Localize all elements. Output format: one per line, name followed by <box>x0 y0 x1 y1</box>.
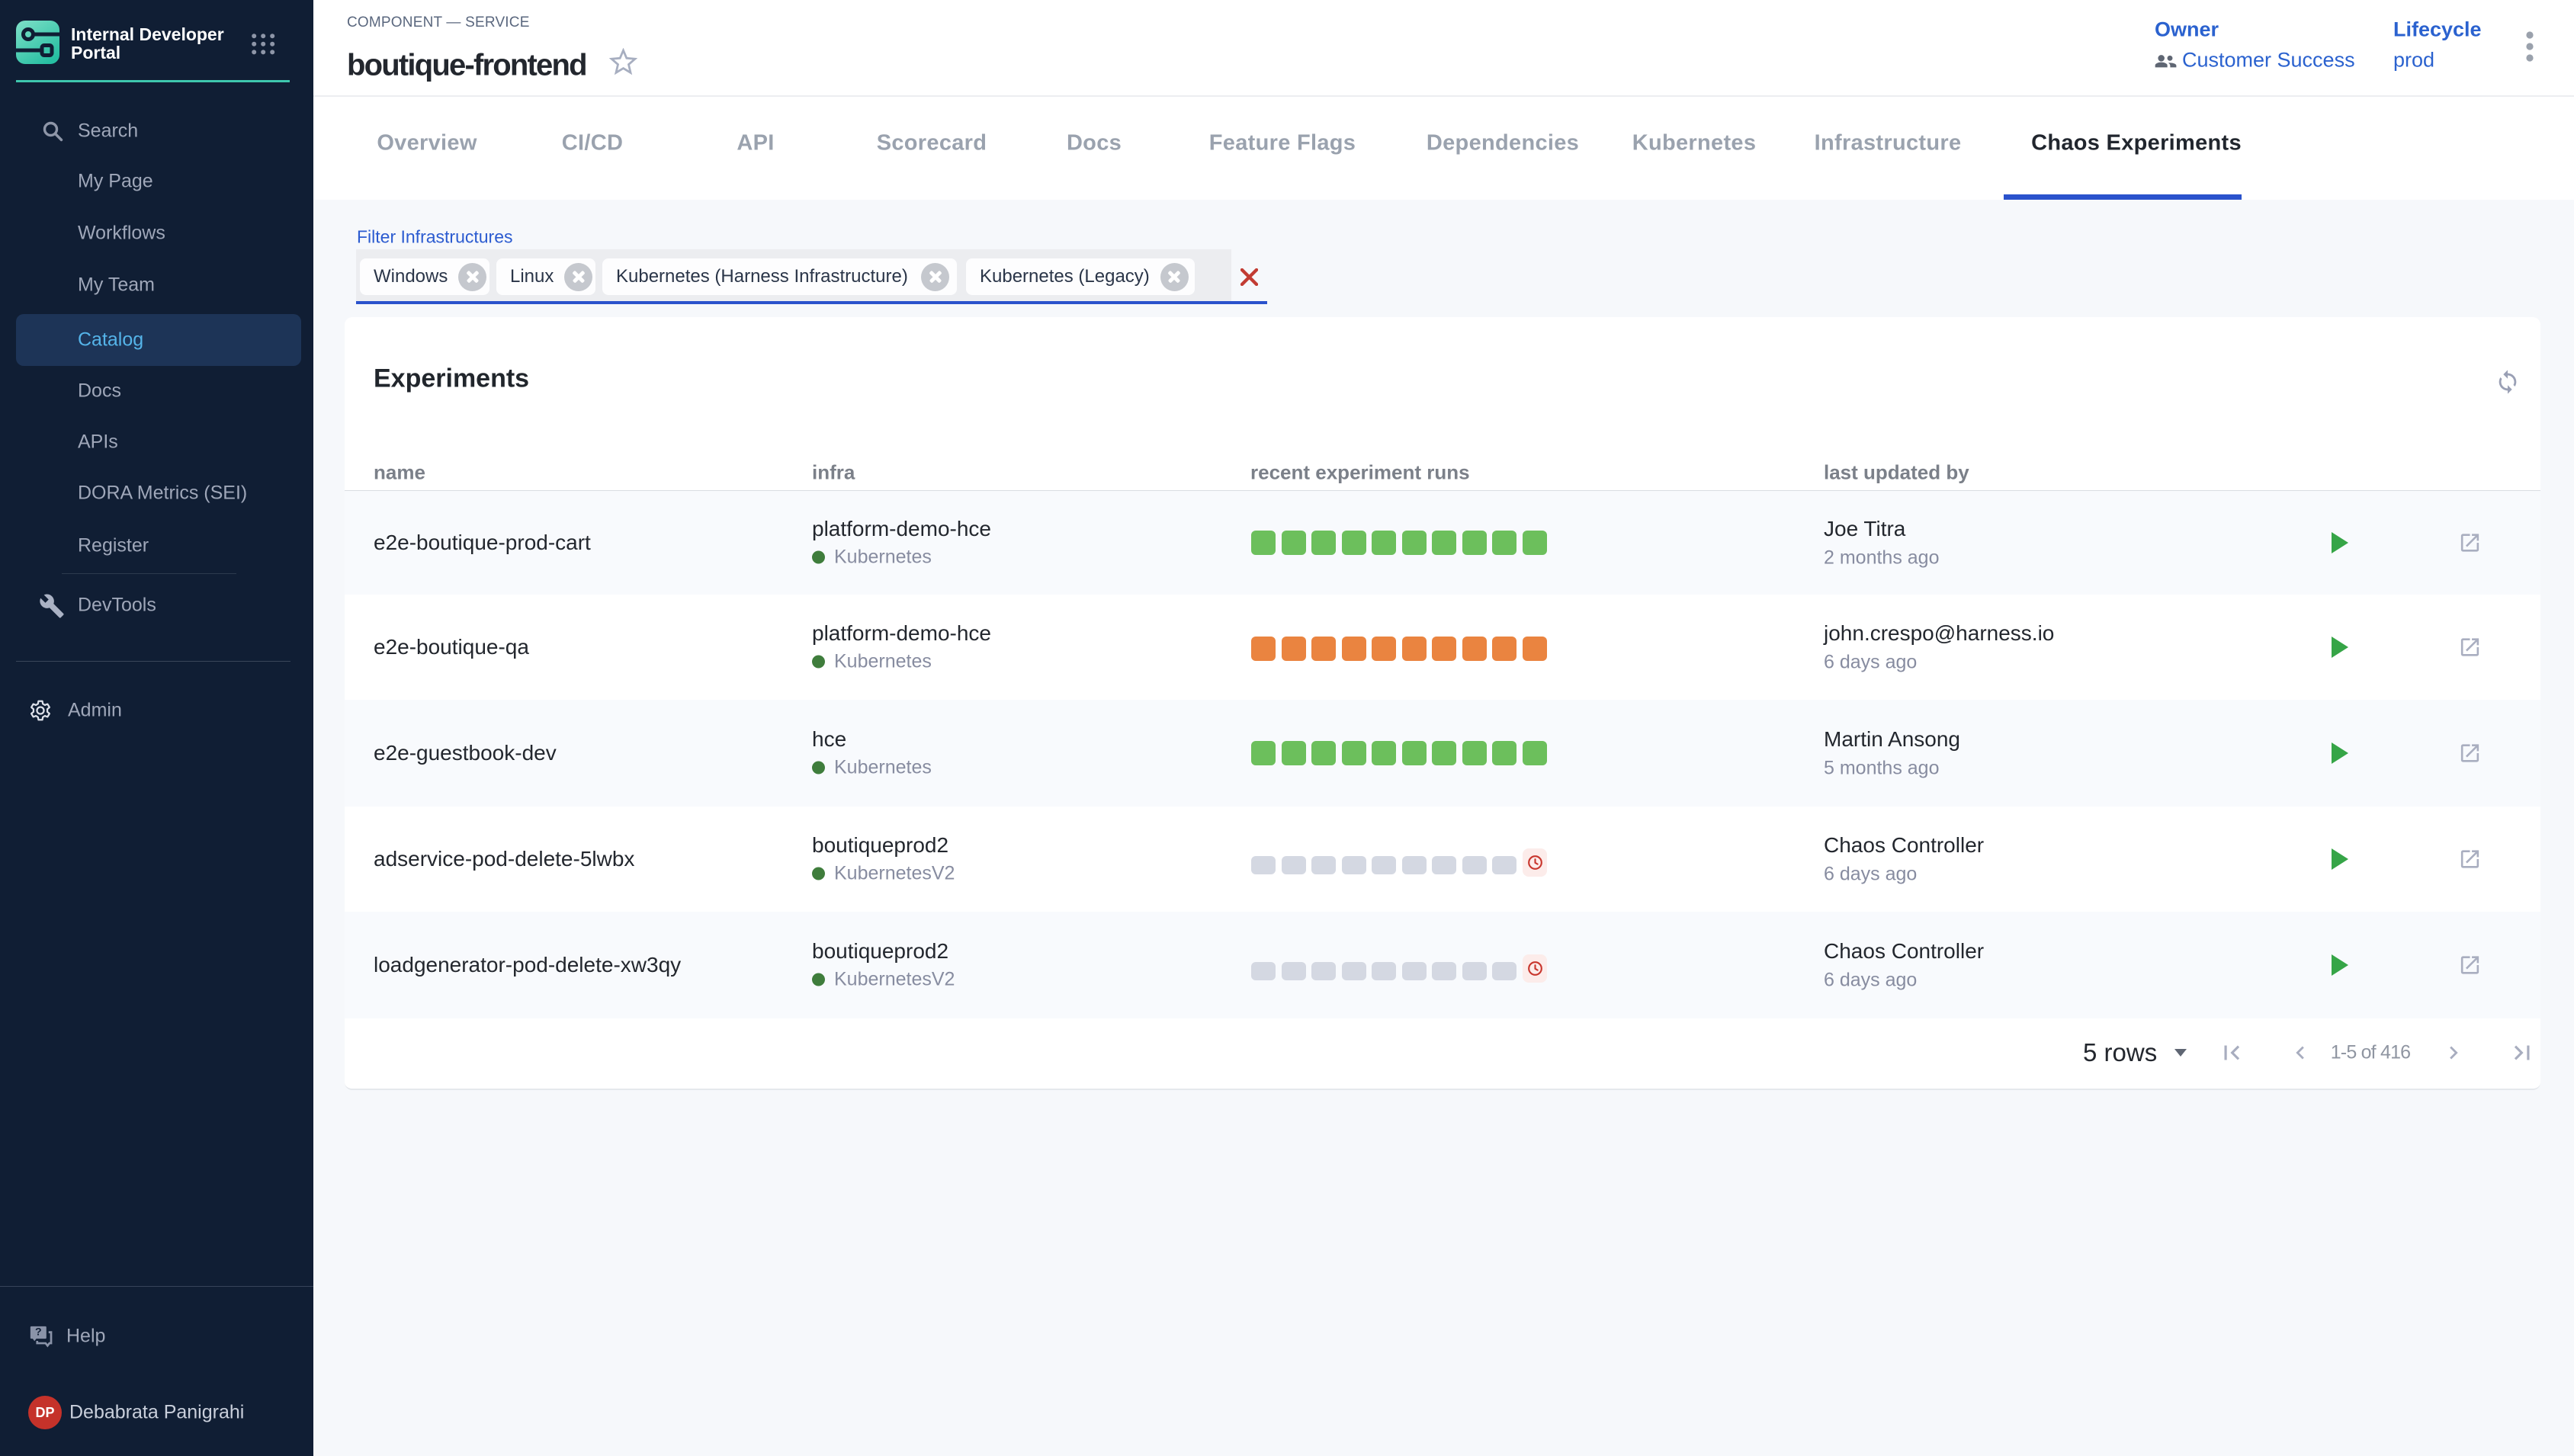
svg-text:?: ? <box>35 1326 42 1339</box>
